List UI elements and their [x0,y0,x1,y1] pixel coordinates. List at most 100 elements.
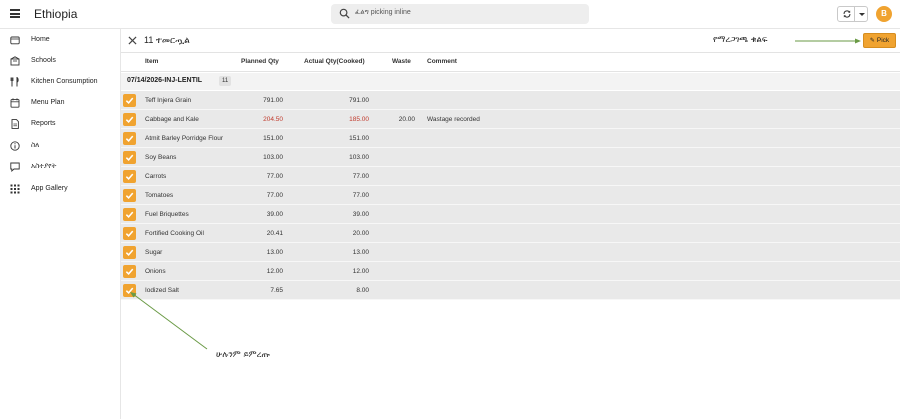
cell-planned-qty: 7.65 [270,287,283,294]
cell-actual-qty: 791.00 [349,97,369,104]
cell-item: Iodized Salt [145,287,179,294]
sidebar-item-label: ስለ [31,142,40,149]
row-checkbox[interactable] [123,246,136,259]
cell-comment: Wastage recorded [427,116,480,123]
checkmark-icon [125,211,134,218]
sidebar-item-schools[interactable]: Schools [0,51,120,71]
cell-actual-qty: 13.00 [352,249,369,256]
checkmark-icon [125,192,134,199]
search-bar[interactable]: ፈልግ picking inline [331,4,589,24]
sidebar-item-menu-plan[interactable]: Menu Plan [0,93,120,113]
checkmark-icon [125,268,134,275]
sidebar-item-label: አስተያየት [31,163,57,170]
table-row[interactable]: Soy Beans 103.00 103.00 [121,148,900,167]
cell-item: Tomatoes [145,192,174,199]
table-row[interactable]: Tomatoes 77.00 77.00 [121,186,900,205]
hamburger-menu-icon[interactable] [10,9,20,18]
table-row[interactable]: Onions 12.00 12.00 [121,262,900,281]
group-header-row[interactable]: 07/14/2026-INJ-LENTIL 11 [121,73,900,90]
cell-actual-qty: 151.00 [349,135,369,142]
cell-planned-qty: 13.00 [266,249,283,256]
calendar-icon [10,98,20,108]
chevron-down-icon[interactable] [854,7,868,21]
cell-actual-qty: 20.00 [352,230,369,237]
table-row[interactable]: Iodized Salt 7.65 8.00 [121,281,900,300]
group-label: 07/14/2026-INJ-LENTIL [127,77,203,84]
column-header-planned[interactable]: Planned Qty [241,58,279,65]
sidebar-item-label: Reports [31,120,56,127]
cell-item: Fortified Cooking Oil [145,230,204,237]
app-title: Ethiopia [34,7,78,21]
checkmark-icon [125,230,134,237]
sidebar-item-label: Schools [31,57,56,64]
sidebar-item-app-gallery[interactable]: App Gallery [0,179,120,199]
search-icon [339,8,350,19]
feedback-icon [10,162,20,172]
sidebar-item-reports[interactable]: Reports [0,114,120,134]
cell-planned-qty: 12.00 [266,268,283,275]
checkmark-icon [125,249,134,256]
pick-icon: ✎ [869,38,875,44]
checkmark-icon [125,287,134,294]
table-row[interactable]: Cabbage and Kale 204.50 185.00 20.00 Wastage… [121,110,900,129]
school-icon [10,56,20,66]
column-header-waste[interactable]: Waste [392,58,411,65]
row-checkbox[interactable] [123,94,136,107]
cell-item: Cabbage and Kale [145,116,199,123]
row-checkbox[interactable] [123,265,136,278]
cell-item: Onions [145,268,166,275]
pick-button[interactable]: ✎ Pick [863,33,896,48]
column-header-actual[interactable]: Actual Qty(Cooked) [304,58,365,65]
grid-icon [10,184,20,194]
cell-item: Sugar [145,249,163,256]
row-checkbox[interactable] [123,170,136,183]
sync-icon[interactable] [842,9,852,19]
sidebar-item-label: App Gallery [31,185,68,192]
avatar[interactable]: B [876,6,892,22]
cell-planned-qty: 77.00 [266,173,283,180]
sidebar-item-home[interactable]: Home [0,30,120,50]
utensils-icon [10,77,19,87]
cell-actual-qty: 77.00 [352,173,369,180]
annotation-pick-button: የማረጋገጫ ቁልፍ [713,35,768,45]
table-row[interactable]: Carrots 77.00 77.00 [121,167,900,186]
row-checkbox[interactable] [123,189,136,202]
annotation-select-all: ሁሉንም ይምረጡ [216,350,270,360]
table-row[interactable]: Sugar 13.00 13.00 [121,243,900,262]
row-checkbox[interactable] [123,227,136,240]
checkmark-icon [125,116,134,123]
checkmark-icon [125,173,134,180]
divider [121,71,900,72]
report-icon [11,119,19,129]
row-checkbox[interactable] [123,113,136,126]
row-checkbox[interactable] [123,284,136,297]
sidebar-item-label: Menu Plan [31,99,65,106]
cell-actual-qty: 103.00 [349,154,369,161]
column-header-item[interactable]: Item [145,58,158,65]
sync-button-group[interactable] [837,6,868,22]
row-checkbox[interactable] [123,151,136,164]
row-checkbox[interactable] [123,208,136,221]
close-icon[interactable] [128,36,137,45]
sidebar-item-about[interactable]: ስለ [0,136,120,156]
cell-item: Fuel Briquettes [145,211,189,218]
cell-actual-qty: 77.00 [352,192,369,199]
cell-planned-qty: 77.00 [266,192,283,199]
selection-count: 11 ተመርጧል [144,35,190,45]
cell-actual-qty: 12.00 [352,268,369,275]
table-row[interactable]: Atmit Barley Porridge Flour 151.00 151.00 [121,129,900,148]
table-row[interactable]: Fortified Cooking Oil 20.41 20.00 [121,224,900,243]
sidebar-item-feedback[interactable]: አስተያየት [0,157,120,177]
cell-actual-qty: 185.00 [349,116,369,123]
column-header-comment[interactable]: Comment [427,58,457,65]
cell-planned-qty: 791.00 [263,97,283,104]
table-row[interactable]: Teff Injera Grain 791.00 791.00 [121,91,900,110]
search-input[interactable]: ፈልግ picking inline [355,9,411,17]
cell-item: Atmit Barley Porridge Flour [145,135,224,142]
sidebar-item-kitchen-consumption[interactable]: Kitchen Consumption [0,72,120,92]
top-bar: Ethiopia ፈልግ picking inline B [0,0,900,29]
row-checkbox[interactable] [123,132,136,145]
table-row[interactable]: Fuel Briquettes 39.00 39.00 [121,205,900,224]
sidebar-item-label: Kitchen Consumption [31,78,98,85]
cell-planned-qty: 151.00 [263,135,283,142]
